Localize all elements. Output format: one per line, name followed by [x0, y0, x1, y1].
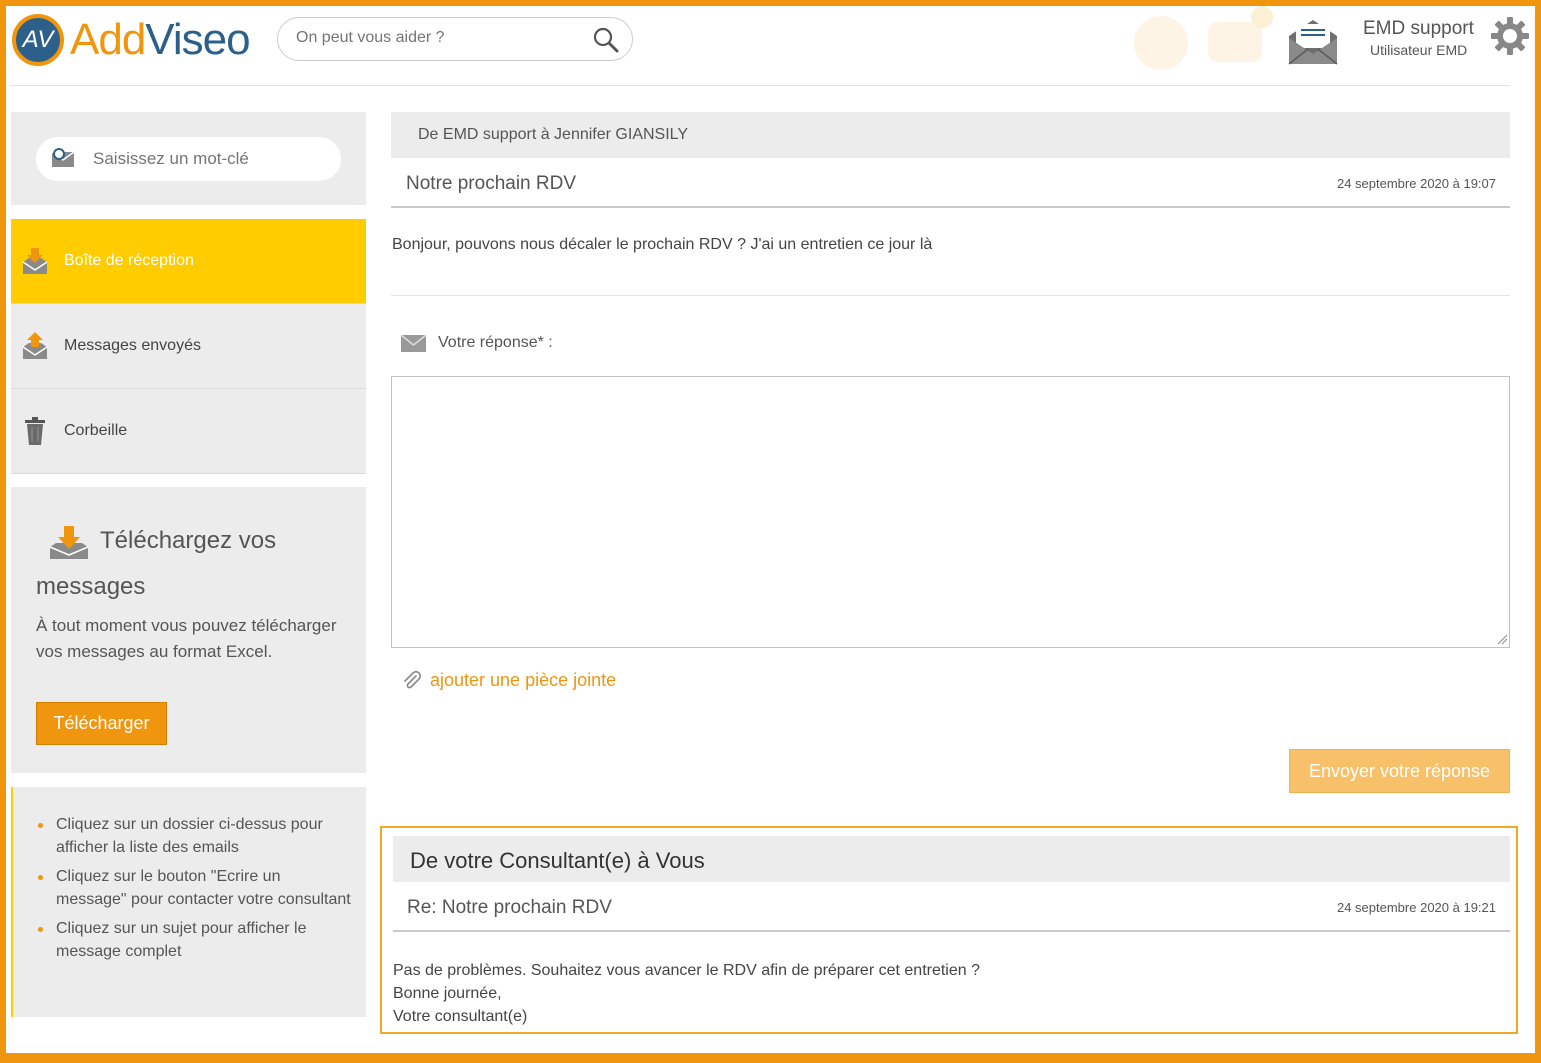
message-divider [391, 295, 1510, 296]
addviseo-logo[interactable]: AV AddViseo [12, 14, 251, 66]
reply-date: 24 septembre 2020 à 19:21 [1336, 900, 1496, 915]
add-attachment-label: ajouter une pièce jointe [430, 670, 617, 690]
folder-nav: Boîte de réception Messages envoyés Corb… [11, 219, 366, 474]
paperclip-icon [404, 670, 422, 688]
download-description: À tout moment vous pouvez télécharger vo… [36, 616, 337, 661]
outbox-upload-icon [22, 332, 48, 359]
download-title: Téléchargez vos [100, 527, 277, 554]
reply-body-line: Bonne journée, [393, 985, 502, 1002]
logo-mark: AV [12, 14, 64, 66]
reply-label: Votre réponse* : [400, 333, 553, 353]
keyword-search-icon [51, 148, 75, 167]
folder-trash[interactable]: Corbeille [11, 389, 366, 474]
trash-icon [25, 417, 45, 445]
message-subject: Notre prochain RDV [406, 173, 577, 194]
global-search-input[interactable] [296, 29, 586, 47]
sidebar-search-field [36, 137, 341, 181]
inbox-download-icon [22, 248, 48, 274]
message-date: 24 septembre 2020 à 19:07 [1336, 176, 1496, 191]
reply-textarea[interactable] [391, 376, 1510, 648]
user-name: EMD support [1363, 18, 1474, 39]
download-panel: Téléchargez vos messages À tout moment v… [11, 487, 366, 773]
sidebar-search-panel [11, 112, 366, 205]
header-divider [10, 85, 1510, 86]
global-search [277, 17, 633, 61]
search-icon[interactable] [592, 26, 620, 54]
help-item: Cliquez sur un dossier ci-dessus pour af… [38, 813, 353, 859]
folder-label: Messages envoyés [64, 337, 201, 354]
help-item: Cliquez sur le bouton "Ecrire un message… [38, 865, 353, 911]
reply-label-text: Votre réponse* : [438, 334, 553, 351]
faded-notification-dot [1251, 6, 1273, 28]
envelope-icon [400, 334, 427, 352]
reply-body-line: Pas de problèmes. Souhaitez vous avancer… [393, 962, 980, 979]
folder-label: Corbeille [64, 422, 128, 439]
folder-sent[interactable]: Messages envoyés [11, 304, 366, 389]
consultant-reply: De votre Consultant(e) à Vous Re: Notre … [380, 826, 1518, 1034]
logo-wordmark: AddViseo [70, 15, 251, 64]
download-button[interactable]: Télécharger [36, 702, 167, 745]
textarea-resize-handle[interactable] [1496, 633, 1508, 645]
send-reply-button[interactable]: Envoyer votre réponse [1289, 749, 1510, 793]
reply-subject: Re: Notre prochain RDV [407, 897, 612, 918]
reply-body-line: Votre consultant(e) [393, 1008, 528, 1025]
gear-icon[interactable] [1490, 16, 1530, 56]
faded-chat-icon [1208, 22, 1262, 62]
folder-inbox[interactable]: Boîte de réception [11, 219, 366, 304]
help-item: Cliquez sur un sujet pour afficher le me… [38, 917, 353, 963]
reply-subject-row: Re: Notre prochain RDV 24 septembre 2020… [393, 884, 1510, 932]
download-title-cont: messages [36, 573, 146, 600]
help-panel: Cliquez sur un dossier ci-dessus pour af… [11, 787, 366, 1017]
message-header: De EMD support à Jennifer GIANSILY [391, 112, 1510, 158]
sidebar-search-input[interactable] [93, 149, 323, 169]
message-subject-row: Notre prochain RDV 24 septembre 2020 à 1… [391, 158, 1510, 208]
add-attachment-link[interactable]: ajouter une pièce jointe [402, 670, 616, 691]
folder-label: Boîte de réception [64, 252, 194, 269]
reply-header: De votre Consultant(e) à Vous [393, 836, 1510, 882]
message-body: Bonjour, pouvons nous décaler le prochai… [392, 236, 933, 253]
download-icon [49, 526, 89, 559]
reply-body: Pas de problèmes. Souhaitez vous avancer… [393, 959, 980, 1028]
faded-profile-icon [1134, 16, 1188, 70]
mail-icon[interactable] [1286, 16, 1340, 66]
reply-from-to: De votre Consultant(e) à Vous [410, 848, 705, 873]
message-from-to: De EMD support à Jennifer GIANSILY [418, 126, 689, 143]
top-header: AV AddViseo EMD support Utilisateur EMD [6, 6, 1535, 86]
user-role: Utilisateur EMD [1370, 42, 1468, 58]
help-list: Cliquez sur un dossier ci-dessus pour af… [38, 813, 353, 969]
